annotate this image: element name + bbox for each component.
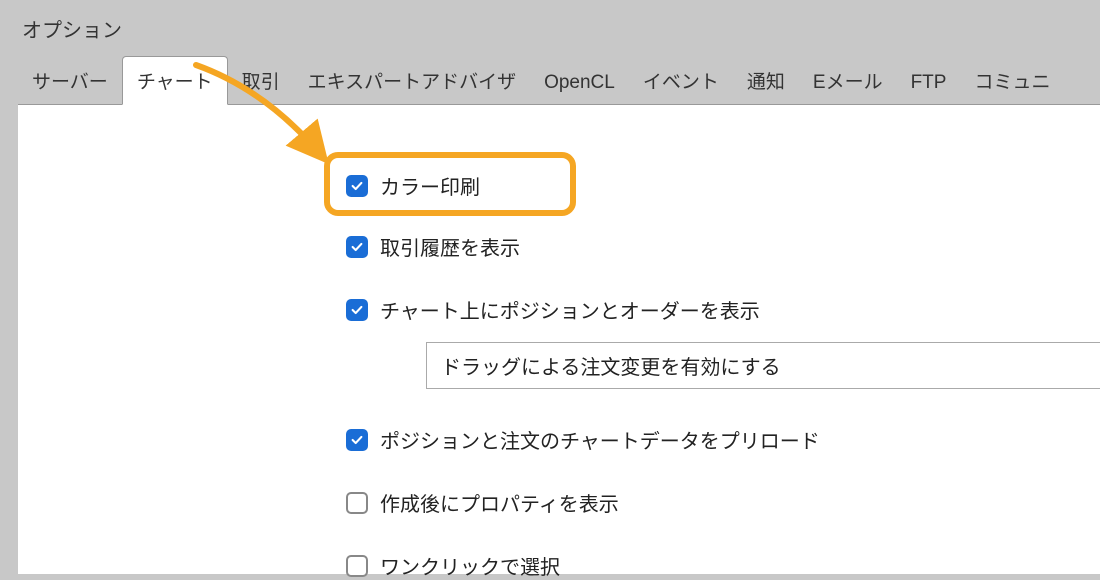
option-show-properties-after-create[interactable]: 作成後にプロパティを表示 bbox=[346, 488, 1100, 517]
option-label: ワンクリックで選択 bbox=[380, 551, 560, 580]
option-label: ポジションと注文のチャートデータをプリロード bbox=[380, 425, 820, 454]
tab-ftp[interactable]: FTP bbox=[897, 62, 961, 104]
option-label: カラー印刷 bbox=[380, 171, 480, 200]
check-icon bbox=[350, 433, 364, 447]
option-preload-chart-data[interactable]: ポジションと注文のチャートデータをプリロード bbox=[346, 425, 1100, 454]
tabbar: サーバー チャート 取引 エキスパートアドバイザ OpenCL イベント 通知 … bbox=[4, 56, 1100, 104]
tab-expert-advisor[interactable]: エキスパートアドバイザ bbox=[294, 57, 530, 104]
checkbox-color-print[interactable] bbox=[346, 175, 368, 197]
input-drag-order-modify[interactable]: ドラッグによる注文変更を有効にする bbox=[426, 342, 1100, 389]
chart-options-list-2: ポジションと注文のチャートデータをプリロード 作成後にプロパティを表示 ワンクリ… bbox=[18, 425, 1100, 580]
checkbox-show-trade-history[interactable] bbox=[346, 236, 368, 258]
tab-chart[interactable]: チャート bbox=[122, 56, 228, 105]
window-title: オプション bbox=[22, 14, 122, 43]
chart-options-list: カラー印刷 取引履歴を表示 チャート上にポジションとオーダーを表示 bbox=[18, 105, 1100, 324]
checkbox-show-positions-orders[interactable] bbox=[346, 299, 368, 321]
sub-option-drag-order: ドラッグによる注文変更を有効にする bbox=[56, 342, 1100, 389]
titlebar: オプション bbox=[4, 0, 1100, 56]
check-icon bbox=[350, 179, 364, 193]
tab-community[interactable]: コミュニ bbox=[960, 57, 1064, 104]
check-icon bbox=[350, 303, 364, 317]
tab-email[interactable]: Eメール bbox=[799, 57, 897, 104]
checkbox-show-properties[interactable] bbox=[346, 492, 368, 514]
tab-server[interactable]: サーバー bbox=[18, 57, 122, 104]
tab-event[interactable]: イベント bbox=[629, 57, 733, 104]
tab-notification[interactable]: 通知 bbox=[733, 57, 799, 104]
tab-content: カラー印刷 取引履歴を表示 チャート上にポジションとオーダーを表示 ドラッグによ… bbox=[18, 104, 1100, 574]
options-dialog: オプション サーバー チャート 取引 エキスパートアドバイザ OpenCL イベ… bbox=[4, 0, 1100, 574]
option-show-trade-history[interactable]: 取引履歴を表示 bbox=[346, 232, 1100, 261]
option-label: 取引履歴を表示 bbox=[380, 232, 520, 261]
checkbox-one-click-select[interactable] bbox=[346, 555, 368, 577]
tab-opencl[interactable]: OpenCL bbox=[530, 62, 629, 104]
option-show-positions-orders[interactable]: チャート上にポジションとオーダーを表示 bbox=[346, 295, 1100, 324]
check-icon bbox=[350, 240, 364, 254]
option-color-print[interactable]: カラー印刷 bbox=[346, 171, 1100, 200]
option-label: 作成後にプロパティを表示 bbox=[380, 488, 619, 517]
option-one-click-select[interactable]: ワンクリックで選択 bbox=[346, 551, 1100, 580]
tab-trade[interactable]: 取引 bbox=[228, 57, 294, 104]
checkbox-preload-chart-data[interactable] bbox=[346, 429, 368, 451]
option-label: チャート上にポジションとオーダーを表示 bbox=[380, 295, 760, 324]
